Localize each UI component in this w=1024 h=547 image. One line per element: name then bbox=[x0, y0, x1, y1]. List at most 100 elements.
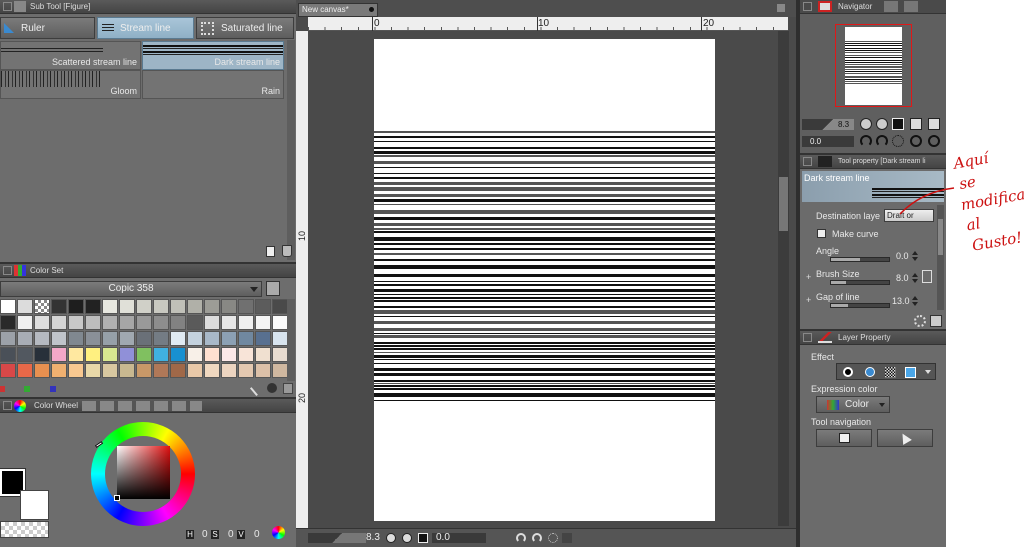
new-page-icon[interactable] bbox=[266, 246, 275, 257]
color-swatch[interactable] bbox=[238, 363, 254, 378]
sub-color-box[interactable] bbox=[20, 490, 49, 520]
brush-dark-stream[interactable]: Dark stream line bbox=[142, 41, 284, 70]
color-swatch[interactable] bbox=[119, 331, 135, 346]
color-swatch[interactable] bbox=[51, 347, 67, 362]
sv-marker[interactable] bbox=[114, 495, 120, 501]
color-swatch[interactable] bbox=[0, 363, 16, 378]
trash-icon[interactable] bbox=[282, 245, 292, 257]
color-swatch[interactable] bbox=[272, 331, 288, 346]
color-swatch[interactable] bbox=[221, 299, 237, 314]
color-swatch[interactable] bbox=[204, 315, 220, 330]
color-swatch[interactable] bbox=[153, 315, 169, 330]
color-swatch[interactable] bbox=[221, 347, 237, 362]
angle-slider[interactable] bbox=[830, 257, 890, 262]
color-swatch[interactable] bbox=[238, 299, 254, 314]
color-swatch[interactable] bbox=[68, 315, 84, 330]
color-swatch[interactable] bbox=[255, 347, 271, 362]
color-swatch[interactable] bbox=[136, 299, 152, 314]
zoom-out-icon[interactable] bbox=[860, 118, 872, 130]
canvas-tab[interactable]: New canvas* bbox=[298, 3, 378, 17]
color-swatch[interactable] bbox=[136, 347, 152, 362]
expression-color-select[interactable]: Color bbox=[816, 396, 890, 413]
color-swatch[interactable] bbox=[17, 347, 33, 362]
zoom-out-icon[interactable] bbox=[386, 533, 396, 543]
color-swatch[interactable] bbox=[187, 315, 203, 330]
color-swatch[interactable] bbox=[238, 331, 254, 346]
expand-icon[interactable]: + bbox=[806, 295, 811, 305]
panel-menu-icon[interactable] bbox=[3, 266, 12, 275]
reset-rotation-icon[interactable] bbox=[548, 533, 558, 543]
tab-ruler[interactable]: Ruler bbox=[0, 17, 95, 39]
color-swatch[interactable] bbox=[85, 347, 101, 362]
swatch-red[interactable] bbox=[0, 386, 5, 392]
color-swatch[interactable] bbox=[51, 363, 67, 378]
canvas-menu-icon[interactable] bbox=[777, 4, 785, 12]
brush-size-slider[interactable] bbox=[830, 280, 890, 285]
color-swatch[interactable] bbox=[68, 331, 84, 346]
color-swatch[interactable] bbox=[68, 299, 84, 314]
color-swatch[interactable] bbox=[204, 331, 220, 346]
color-swatch[interactable] bbox=[0, 299, 16, 314]
color-swatch[interactable] bbox=[272, 363, 288, 378]
color-swatch[interactable] bbox=[187, 363, 203, 378]
flip-horizontal-icon[interactable] bbox=[910, 118, 922, 130]
rotate-reset-icon[interactable] bbox=[928, 135, 940, 147]
dropper-icon[interactable] bbox=[249, 381, 265, 397]
transparent-color-box[interactable] bbox=[0, 521, 49, 538]
rotate-left-icon[interactable] bbox=[516, 533, 526, 543]
tool-navigation-button-2[interactable] bbox=[877, 429, 933, 447]
color-swatch[interactable] bbox=[102, 347, 118, 362]
color-swatch[interactable] bbox=[255, 315, 271, 330]
flip-vertical-icon[interactable] bbox=[928, 118, 940, 130]
info-tab-icon[interactable] bbox=[904, 1, 918, 12]
color-swatch[interactable] bbox=[255, 299, 271, 314]
color-swatch[interactable] bbox=[187, 331, 203, 346]
trash-icon[interactable] bbox=[283, 383, 293, 394]
brush-rain[interactable]: Rain bbox=[142, 70, 284, 99]
wrench-icon[interactable] bbox=[266, 281, 280, 296]
border-effect-icon[interactable] bbox=[843, 367, 853, 377]
rotate-right-icon[interactable] bbox=[876, 135, 888, 147]
color-swatch[interactable] bbox=[119, 299, 135, 314]
color-swatch[interactable] bbox=[34, 363, 50, 378]
color-swatch[interactable] bbox=[221, 315, 237, 330]
panel-menu-icon[interactable] bbox=[3, 401, 12, 410]
rotate-left-icon[interactable] bbox=[860, 135, 872, 147]
color-swatch[interactable] bbox=[119, 315, 135, 330]
color-swatch[interactable] bbox=[102, 315, 118, 330]
rotate-right-icon[interactable] bbox=[532, 533, 542, 543]
color-swatch[interactable] bbox=[68, 347, 84, 362]
color-swatch[interactable] bbox=[85, 331, 101, 346]
color-swatch[interactable] bbox=[255, 331, 271, 346]
color-swatch[interactable] bbox=[17, 363, 33, 378]
brush-scattered-stream[interactable]: Scattered stream line bbox=[0, 41, 141, 70]
rotate-option-icon[interactable] bbox=[910, 135, 922, 147]
color-swatch[interactable] bbox=[170, 331, 186, 346]
color-swatch[interactable] bbox=[255, 363, 271, 378]
color-swatch[interactable] bbox=[204, 363, 220, 378]
zoom-slider[interactable] bbox=[308, 533, 366, 543]
color-swatch[interactable] bbox=[187, 347, 203, 362]
expand-icon[interactable]: + bbox=[806, 272, 811, 282]
color-swatch[interactable] bbox=[85, 315, 101, 330]
color-swatch[interactable] bbox=[51, 299, 67, 314]
tool-navigation-button-1[interactable] bbox=[816, 429, 872, 447]
color-swatch[interactable] bbox=[119, 347, 135, 362]
chevron-down-icon[interactable] bbox=[925, 370, 931, 374]
color-swatch[interactable] bbox=[204, 347, 220, 362]
color-swatch[interactable] bbox=[221, 363, 237, 378]
swatch-green[interactable] bbox=[24, 386, 30, 392]
color-swatch[interactable] bbox=[17, 315, 33, 330]
color-swatch[interactable] bbox=[238, 315, 254, 330]
color-swatch[interactable] bbox=[272, 315, 288, 330]
color-swatch[interactable] bbox=[153, 363, 169, 378]
color-history-icon[interactable] bbox=[272, 526, 285, 539]
color-swatch[interactable] bbox=[102, 299, 118, 314]
fit-icon[interactable] bbox=[892, 118, 904, 130]
pressure-icon[interactable] bbox=[922, 270, 932, 283]
tab-saturated-line[interactable]: Saturated line bbox=[196, 17, 294, 39]
color-swatch[interactable] bbox=[0, 347, 16, 362]
saturation-value-square[interactable] bbox=[117, 446, 170, 499]
scrollbar[interactable] bbox=[287, 40, 295, 260]
make-curve-checkbox[interactable] bbox=[817, 229, 826, 238]
